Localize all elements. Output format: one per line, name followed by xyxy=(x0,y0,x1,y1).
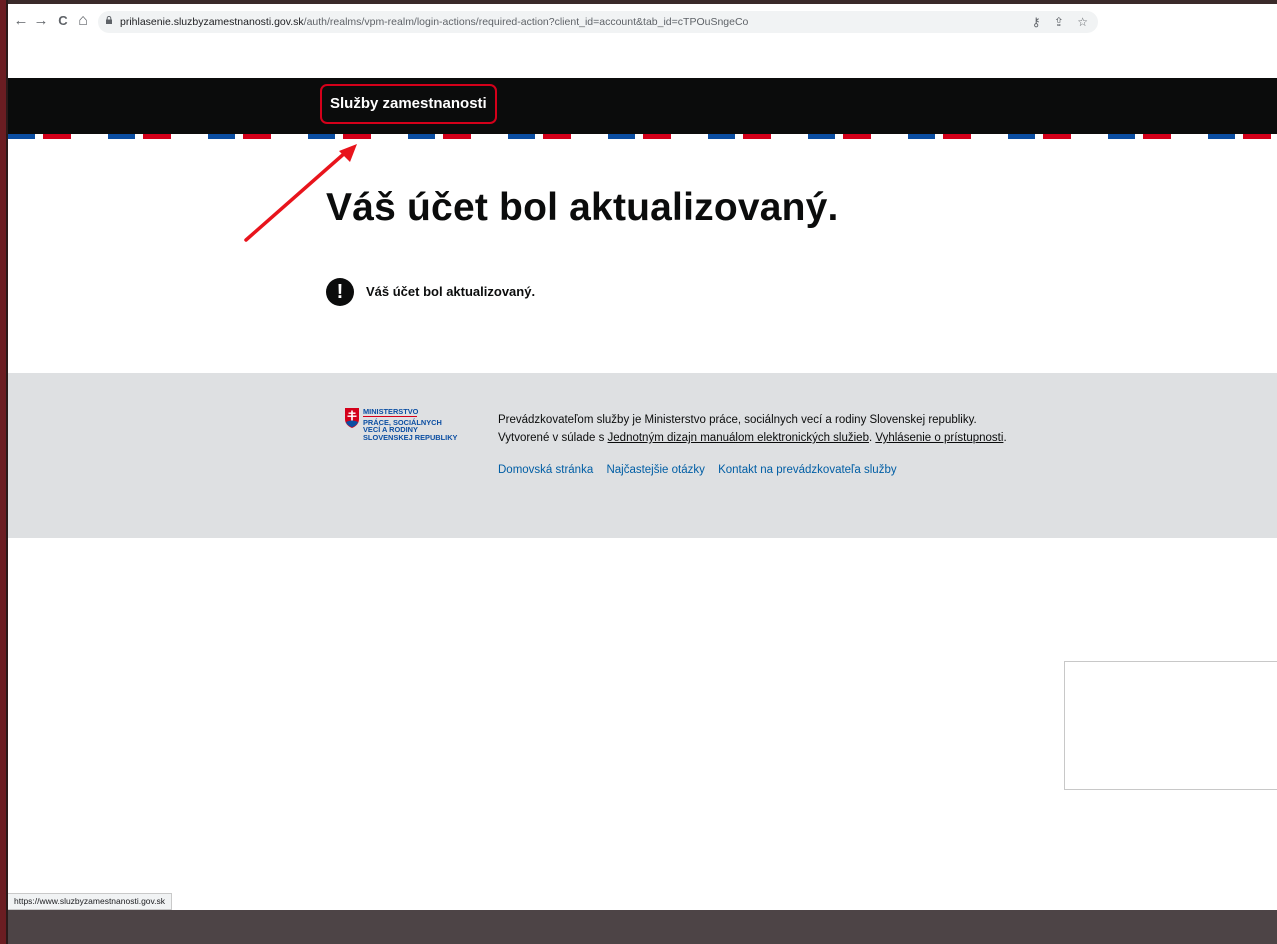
brand-text: Služby zamestnanosti xyxy=(330,95,487,112)
star-icon[interactable]: ☆ xyxy=(1077,15,1088,29)
footer-text-part: . xyxy=(1003,432,1007,444)
slovak-coat-of-arms-icon xyxy=(345,408,359,428)
site-header: Služby zamestnanosti xyxy=(8,78,1277,134)
logo-wordmark: MINISTERSTVO PRÁCE, SOCIÁLNYCH VECÍ A RO… xyxy=(363,408,457,441)
design-manual-link[interactable]: Jednotným dizajn manuálom elektronických… xyxy=(608,432,869,444)
footer-links: Domovská stránka Najčastejšie otázky Kon… xyxy=(498,461,907,479)
key-icon[interactable]: ⚷ xyxy=(1032,15,1041,29)
exclamation-icon: ! xyxy=(326,278,354,306)
footer-link-home[interactable]: Domovská stránka xyxy=(498,464,593,476)
logo-line: MINISTERSTVO xyxy=(363,407,419,416)
notice-text: Váš účet bol aktualizovaný. xyxy=(366,284,536,299)
share-icon[interactable]: ⇪ xyxy=(1054,15,1064,29)
empty-side-panel xyxy=(1064,661,1277,790)
footer-link-contact[interactable]: Kontakt na prevádzkovateľa služby xyxy=(718,464,897,476)
taskbar xyxy=(8,910,1277,944)
reload-icon[interactable]: C xyxy=(54,12,72,30)
back-icon[interactable]: ← xyxy=(12,12,30,30)
link-status-bar: https://www.sluzbyzamestnanosti.gov.sk xyxy=(8,893,173,910)
footer-operator-text: Prevádzkovateľom služby je Ministerstvo … xyxy=(498,411,1018,447)
forward-icon[interactable]: → xyxy=(32,12,50,30)
footer-link-faq[interactable]: Najčastejšie otázky xyxy=(606,464,704,476)
page-title: Váš účet bol aktualizovaný. xyxy=(326,186,839,229)
flag-stripe xyxy=(8,134,1277,139)
brand-link[interactable]: Služby zamestnanosti xyxy=(320,84,497,124)
logo-line: SLOVENSKEJ REPUBLIKY xyxy=(363,432,458,442)
url-text[interactable]: prihlasenie.sluzbyzamestnanosti.gov.sk/a… xyxy=(120,11,748,33)
url-host: prihlasenie.sluzbyzamestnanosti.gov.sk xyxy=(120,16,304,28)
address-bar[interactable]: prihlasenie.sluzbyzamestnanosti.gov.sk/a… xyxy=(98,11,1098,33)
browser-toolbar: ← → C ⌂ prihlasenie.sluzbyzamestnanosti.… xyxy=(8,4,1277,54)
home-icon[interactable]: ⌂ xyxy=(74,12,92,30)
site-footer: MINISTERSTVO PRÁCE, SOCIÁLNYCH VECÍ A RO… xyxy=(8,373,1277,538)
url-path: /auth/realms/vpm-realm/login-actions/req… xyxy=(303,16,749,28)
accessibility-statement-link[interactable]: Vyhlásenie o prístupnosti xyxy=(875,432,1003,444)
omnibox-actions: ⚷ ⇪ ☆ xyxy=(1022,11,1088,33)
ministry-logo[interactable]: MINISTERSTVO PRÁCE, SOCIÁLNYCH VECÍ A RO… xyxy=(345,408,475,458)
lock-icon xyxy=(106,16,112,24)
